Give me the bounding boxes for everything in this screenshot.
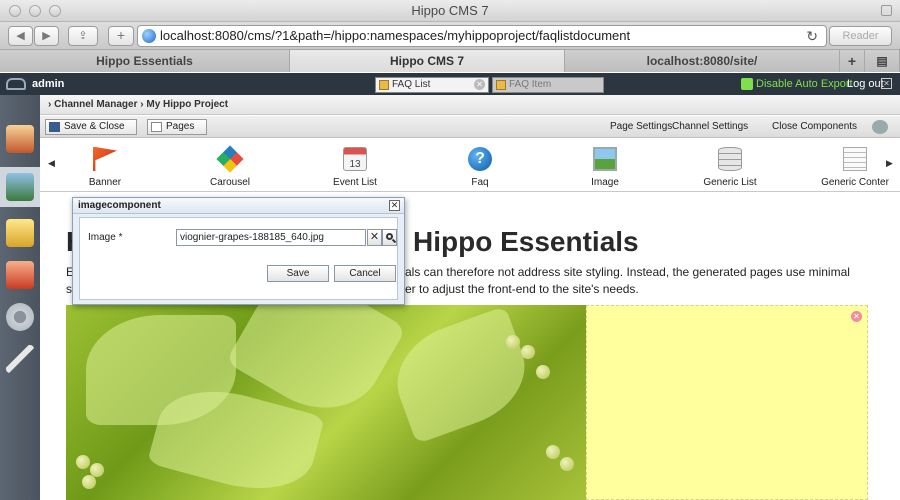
imagecomponent-dialog: imagecomponent ✕ Image * viognier-grapes…	[72, 197, 405, 305]
cancel-button[interactable]: Cancel	[334, 265, 396, 282]
breadcrumb-separator: ›	[48, 99, 52, 110]
close-tab-icon[interactable]: ✕	[474, 79, 485, 90]
doc-tab-faq-list[interactable]: FAQ List ✕	[375, 77, 489, 93]
share-button[interactable]: ⇪	[68, 26, 98, 46]
grapes-image[interactable]	[66, 305, 586, 500]
doc-tab-faq-item[interactable]: FAQ Item	[492, 77, 604, 93]
globe-icon	[142, 29, 156, 43]
url-text[interactable]: localhost:8080/cms/?1&path=/hippo:namesp…	[160, 26, 630, 46]
component-faq[interactable]: ? Faq	[435, 138, 525, 192]
clear-image-button[interactable]: ✕	[367, 229, 382, 246]
back-button[interactable]: ◀	[8, 26, 33, 46]
save-icon	[49, 122, 60, 132]
channel-manager-icon	[6, 173, 34, 201]
scroll-right-icon[interactable]: ▶	[886, 158, 893, 169]
document-icon	[843, 147, 867, 171]
component-image[interactable]: Image	[560, 138, 650, 192]
window-title: Hippo CMS 7	[411, 3, 489, 18]
component-label: Faq	[471, 177, 489, 188]
help-icon: ?	[468, 147, 492, 171]
breadcrumb: › Channel Manager › My Hippo Project	[40, 95, 900, 115]
close-icon[interactable]: ✕	[881, 78, 892, 89]
window-titlebar: Hippo CMS 7	[0, 0, 900, 22]
component-label: Event List	[333, 177, 377, 188]
component-event-list[interactable]: 13 Event List	[310, 138, 400, 192]
page-paragraph-line1: als can therefore not address site styli…	[405, 265, 850, 279]
reload-icon[interactable]: ↻	[806, 28, 818, 45]
save-button[interactable]: Save	[267, 265, 329, 282]
channel-action-bar: Save & Close Pages Page Settings Channel…	[40, 116, 900, 138]
component-drop-container[interactable]	[586, 305, 868, 500]
add-tab-button[interactable]: +	[840, 50, 865, 72]
dialog-title: imagecomponent	[73, 198, 404, 214]
dialog-close-button[interactable]: ✕	[389, 200, 400, 211]
browser-toolbar: ◀ ▶ ⇪ + localhost:8080/cms/?1&path=/hipp…	[0, 22, 900, 50]
tab-hippo-cms[interactable]: Hippo CMS 7	[290, 50, 565, 72]
image-field-label: Image *	[88, 232, 123, 243]
flag-icon	[93, 147, 117, 171]
fullscreen-icon[interactable]	[881, 5, 892, 16]
save-close-label: Save & Close	[64, 121, 125, 132]
doc-tab-label: FAQ List	[392, 79, 431, 90]
cms-top-bar: admin FAQ List ✕ FAQ Item Disable Auto E…	[0, 73, 900, 95]
remove-component-icon[interactable]: ✕	[851, 311, 862, 322]
document-type-icon	[496, 80, 506, 90]
folder-icon[interactable]	[6, 219, 34, 247]
logout-link[interactable]: Log out	[847, 73, 884, 95]
settings-gear-icon[interactable]	[872, 120, 888, 134]
database-icon	[718, 147, 742, 171]
close-components-link[interactable]: Close Components	[772, 116, 857, 138]
tab-localhost-site[interactable]: localhost:8080/site/	[565, 50, 840, 72]
component-label: Carousel	[209, 177, 251, 188]
tab-hippo-essentials[interactable]: Hippo Essentials	[0, 50, 290, 72]
dialog-body: Image * viognier-grapes-188185_640.jpg ✕…	[79, 217, 398, 300]
gear-icon[interactable]	[6, 303, 34, 331]
component-label: Banner	[88, 177, 122, 188]
doc-tab-label: FAQ Item	[509, 79, 552, 90]
component-generic-list[interactable]: Generic List	[685, 138, 775, 192]
browser-tab-bar: Hippo Essentials Hippo CMS 7 localhost:8…	[0, 50, 900, 72]
address-bar[interactable]: localhost:8080/cms/?1&path=/hippo:namesp…	[137, 25, 827, 47]
image-input[interactable]: viognier-grapes-188185_640.jpg	[176, 229, 366, 246]
close-window-button[interactable]	[9, 5, 21, 17]
tools-icon[interactable]	[6, 345, 34, 373]
breadcrumb-channel-manager[interactable]: Channel Manager	[54, 99, 137, 110]
component-label: Generic List	[703, 177, 757, 188]
channel-settings-link[interactable]: Channel Settings	[672, 116, 748, 138]
export-icon	[741, 78, 753, 90]
pages-label: Pages	[166, 121, 195, 132]
forward-button[interactable]: ▶	[34, 26, 59, 46]
scroll-left-icon[interactable]: ◀	[48, 158, 55, 169]
carousel-icon	[216, 145, 244, 173]
page-heading: Hippo Essentials	[413, 226, 639, 257]
reader-button[interactable]: Reader	[829, 26, 892, 46]
component-carousel[interactable]: Carousel	[185, 138, 275, 192]
document-type-icon	[379, 80, 389, 90]
user-name: admin	[32, 78, 65, 90]
minimize-window-button[interactable]	[29, 5, 41, 17]
channel-manager-selected[interactable]	[0, 167, 40, 207]
calendar-icon: 13	[343, 147, 367, 171]
search-image-button[interactable]	[382, 229, 397, 246]
cms-sidebar	[0, 95, 40, 500]
home-icon[interactable]	[6, 125, 34, 153]
reports-icon[interactable]	[6, 261, 34, 289]
component-label: Image	[591, 177, 619, 188]
breadcrumb-separator: ›	[140, 99, 144, 110]
component-label: Generic Conter	[821, 177, 889, 188]
pages-icon	[151, 122, 162, 132]
new-tab-plus-button[interactable]: +	[108, 26, 134, 46]
page-paragraph-line2: er to adjust the front-end to the site's…	[405, 282, 639, 296]
zoom-window-button[interactable]	[49, 5, 61, 17]
tab-list-button[interactable]: ▤	[865, 50, 900, 72]
pages-button[interactable]: Pages	[147, 119, 207, 135]
component-palette: ◀ Banner Carousel 13 Event List ? Faq Im…	[40, 138, 900, 192]
breadcrumb-current: My Hippo Project	[146, 99, 229, 110]
page-settings-link[interactable]: Page Settings	[610, 116, 672, 138]
image-icon	[593, 147, 617, 171]
hippo-logo-icon	[6, 78, 26, 90]
save-close-button[interactable]: Save & Close	[45, 119, 137, 135]
disable-auto-export-link[interactable]: Disable Auto Export	[756, 73, 853, 95]
component-banner[interactable]: Banner	[60, 138, 150, 192]
